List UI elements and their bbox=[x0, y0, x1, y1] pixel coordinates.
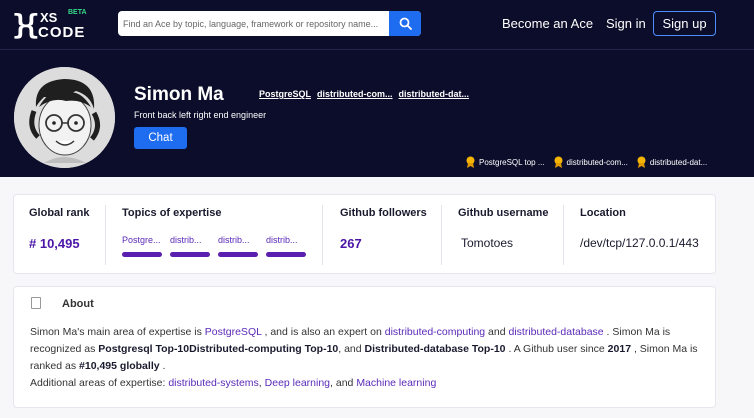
topic-bar bbox=[122, 252, 162, 257]
topic-link[interactable]: Deep learning bbox=[265, 377, 330, 389]
topic-label: Postgre... bbox=[122, 235, 161, 245]
tag-link[interactable]: PostgreSQL bbox=[259, 89, 311, 99]
medal-icon bbox=[554, 156, 563, 168]
avatar-image bbox=[14, 67, 115, 168]
followers-value: 267 bbox=[340, 236, 362, 251]
tag-link[interactable]: distributed-com... bbox=[317, 89, 393, 99]
profile-name: Simon Ma bbox=[134, 84, 224, 105]
badge-label: distributed-com... bbox=[566, 157, 628, 167]
topic-label: distrib... bbox=[170, 235, 202, 245]
topic-bar bbox=[266, 252, 306, 257]
about-highlight: 2017 bbox=[607, 343, 632, 355]
sign-in-link[interactable]: Sign in bbox=[606, 16, 646, 31]
about-fragment: Additional areas of expertise: bbox=[30, 377, 169, 389]
badge[interactable]: distributed-com... bbox=[553, 156, 628, 168]
topic-link[interactable]: distributed-database bbox=[508, 326, 603, 338]
topic-link[interactable]: Machine learning bbox=[356, 377, 436, 389]
topic-label: distrib... bbox=[266, 235, 298, 245]
topic-item[interactable]: distrib... bbox=[170, 235, 210, 257]
avatar bbox=[14, 67, 115, 168]
topic-item[interactable]: distrib... bbox=[218, 235, 258, 257]
chat-button[interactable]: Chat bbox=[134, 127, 187, 149]
topic-item[interactable]: Postgre... bbox=[122, 235, 162, 257]
global-rank-value: # 10,495 bbox=[29, 236, 80, 251]
become-ace-link[interactable]: Become an Ace bbox=[502, 16, 593, 31]
topic-link[interactable]: distributed-systems bbox=[168, 377, 258, 389]
about-fragment: . bbox=[159, 360, 166, 372]
medal-icon bbox=[637, 156, 646, 168]
divider bbox=[563, 205, 564, 265]
medal-icon bbox=[466, 156, 475, 168]
about-fragment: and bbox=[485, 326, 509, 338]
search-icon bbox=[399, 17, 412, 30]
profile-tagline: Front back left right end engineer bbox=[134, 110, 267, 120]
beta-badge: BETA bbox=[68, 9, 87, 16]
badge[interactable]: distributed-dat... bbox=[636, 156, 707, 168]
logo-xs: XS bbox=[40, 10, 58, 25]
about-highlight: Postgresql Top-10Distributed-computing T… bbox=[98, 343, 339, 355]
divider bbox=[322, 205, 323, 265]
about-highlight: #10,495 globally bbox=[79, 360, 160, 372]
profile-tags: PostgreSQL distributed-com... distribute… bbox=[259, 89, 469, 99]
search-box bbox=[118, 11, 421, 36]
logo-code: CODE bbox=[38, 24, 86, 41]
about-fragment: . A Github user since bbox=[505, 343, 608, 355]
about-card: About Simon Ma's main area of expertise … bbox=[13, 286, 716, 408]
followers-label: Github followers bbox=[340, 207, 427, 219]
about-title: About bbox=[62, 298, 94, 310]
search-input[interactable] bbox=[118, 11, 388, 36]
badge-list: PostgreSQL top ... distributed-com... di… bbox=[465, 156, 707, 168]
xscode-logo[interactable]: }{ XS CODE BETA bbox=[12, 8, 87, 42]
logo-mark: }{ bbox=[12, 8, 40, 41]
divider bbox=[441, 205, 442, 265]
badge-label: distributed-dat... bbox=[649, 157, 708, 167]
about-fragment: , and bbox=[338, 343, 365, 355]
topic-bar bbox=[218, 252, 258, 257]
badge[interactable]: PostgreSQL top ... bbox=[465, 156, 545, 168]
search-button[interactable] bbox=[389, 11, 421, 36]
global-rank-label: Global rank bbox=[29, 207, 90, 219]
tag-link[interactable]: distributed-dat... bbox=[399, 89, 470, 99]
about-highlight: Distributed-database Top-10 bbox=[364, 343, 506, 355]
topics-label: Topics of expertise bbox=[122, 207, 222, 219]
username-label: Github username bbox=[458, 207, 549, 219]
topic-item[interactable]: distrib... bbox=[266, 235, 306, 257]
profile-header: }{ XS CODE BETA Become an Ace Sign in Si… bbox=[0, 0, 754, 177]
location-value: /dev/tcp/127.0.0.1/443 bbox=[580, 236, 699, 250]
document-icon bbox=[31, 297, 41, 309]
about-fragment: Simon Ma's main area of expertise is bbox=[30, 326, 205, 338]
about-fragment: , and bbox=[330, 377, 357, 389]
about-text: Simon Ma's main area of expertise is Pos… bbox=[30, 324, 710, 392]
page: }{ XS CODE BETA Become an Ace Sign in Si… bbox=[0, 0, 754, 418]
top-nav: }{ XS CODE BETA Become an Ace Sign in Si… bbox=[0, 0, 754, 50]
topic-bar bbox=[170, 252, 210, 257]
divider bbox=[105, 205, 106, 265]
badge-label: PostgreSQL top ... bbox=[479, 157, 545, 167]
topic-link[interactable]: PostgreSQL bbox=[205, 326, 262, 338]
about-fragment: , and is also an expert on bbox=[261, 326, 385, 338]
stats-card: Global rank # 10,495 Topics of expertise… bbox=[13, 194, 716, 274]
topic-label: distrib... bbox=[218, 235, 250, 245]
sign-up-button[interactable]: Sign up bbox=[653, 11, 716, 36]
location-label: Location bbox=[580, 207, 626, 219]
username-value[interactable]: Tomotoes bbox=[461, 236, 513, 250]
topic-link[interactable]: distributed-computing bbox=[385, 326, 485, 338]
